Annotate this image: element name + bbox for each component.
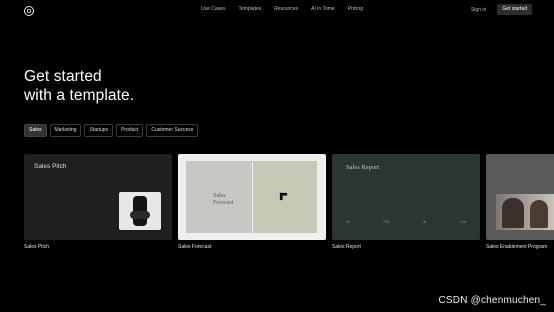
get-started-button[interactable]: Get started	[497, 4, 532, 15]
nav-link-use-cases[interactable]: Use Cases	[201, 6, 225, 12]
people-photo-image	[496, 194, 554, 230]
person-figure-icon	[530, 200, 548, 228]
card-preview-title: Sales Report	[346, 164, 380, 171]
template-card-sales-enablement-program[interactable]	[486, 154, 554, 240]
nav-link-pricing[interactable]: Pricing	[348, 6, 363, 12]
page: Use Cases Templates Resources AI in Tome…	[0, 0, 554, 312]
hero-title: Get started with a template.	[24, 67, 134, 105]
template-category-filters: Sales Marketing Startups Product Custome…	[24, 124, 199, 137]
nav-links: Use Cases Templates Resources AI in Tome…	[201, 6, 363, 12]
sign-in-link[interactable]: Sign in	[471, 7, 486, 13]
watermark: CSDN @chenmuchen_	[438, 295, 546, 306]
template-card-sales-forecast[interactable]: Sales Forecast	[178, 154, 326, 240]
hero-title-line-2: with a template.	[24, 87, 135, 104]
forecast-right-panel	[253, 161, 317, 233]
report-stat: 7/10	[383, 220, 390, 224]
card-label-sales-forecast[interactable]: Sales Forecast	[178, 244, 211, 250]
logo-icon[interactable]	[24, 6, 34, 16]
nav-actions: Sign in Get started	[471, 4, 532, 15]
hero-title-line-1: Get started	[24, 68, 102, 85]
card-preview-title: Sales Forecast	[213, 193, 233, 207]
card-label-sales-report[interactable]: Sales Report	[332, 244, 361, 250]
card-label-sales-enablement-program[interactable]: Sales Enablement Program	[486, 244, 547, 250]
filter-marketing[interactable]: Marketing	[49, 124, 82, 137]
filter-product[interactable]: Product	[116, 124, 144, 137]
forecast-left-panel: Sales Forecast	[186, 161, 252, 233]
template-cards: Sales Pitch Sales Pitch Sales Forecast S…	[24, 154, 554, 254]
report-stat: 4k	[422, 220, 427, 224]
hand-holding-phone-icon	[130, 196, 150, 226]
template-card-sales-pitch[interactable]: Sales Pitch	[24, 154, 172, 240]
filter-customer-success[interactable]: Customer Success	[146, 124, 199, 137]
card-preview-title-line-1: Sales	[213, 193, 226, 199]
person-figure-icon	[502, 198, 524, 228]
report-stat: 2.1k	[459, 220, 466, 224]
nav-link-templates[interactable]: Templates	[238, 6, 261, 12]
report-stat: 1k	[346, 220, 350, 224]
forecast-glyph-icon	[279, 192, 288, 201]
template-card-sales-report[interactable]: Sales Report 1k 7/10 4k 2.1k	[332, 154, 480, 240]
top-navigation: Use Cases Templates Resources AI in Tome…	[0, 0, 554, 20]
filter-sales[interactable]: Sales	[24, 124, 47, 137]
filter-startups[interactable]: Startups	[84, 124, 114, 137]
card-preview-title-line-2: Forecast	[213, 200, 234, 206]
phone-photo-image	[119, 192, 161, 230]
nav-link-ai-in-tome[interactable]: AI in Tome	[311, 6, 335, 12]
card-preview-title: Sales Pitch	[34, 163, 67, 170]
report-stats: 1k 7/10 4k 2.1k	[346, 220, 466, 224]
card-label-sales-pitch[interactable]: Sales Pitch	[24, 244, 49, 250]
nav-link-resources[interactable]: Resources	[274, 6, 298, 12]
